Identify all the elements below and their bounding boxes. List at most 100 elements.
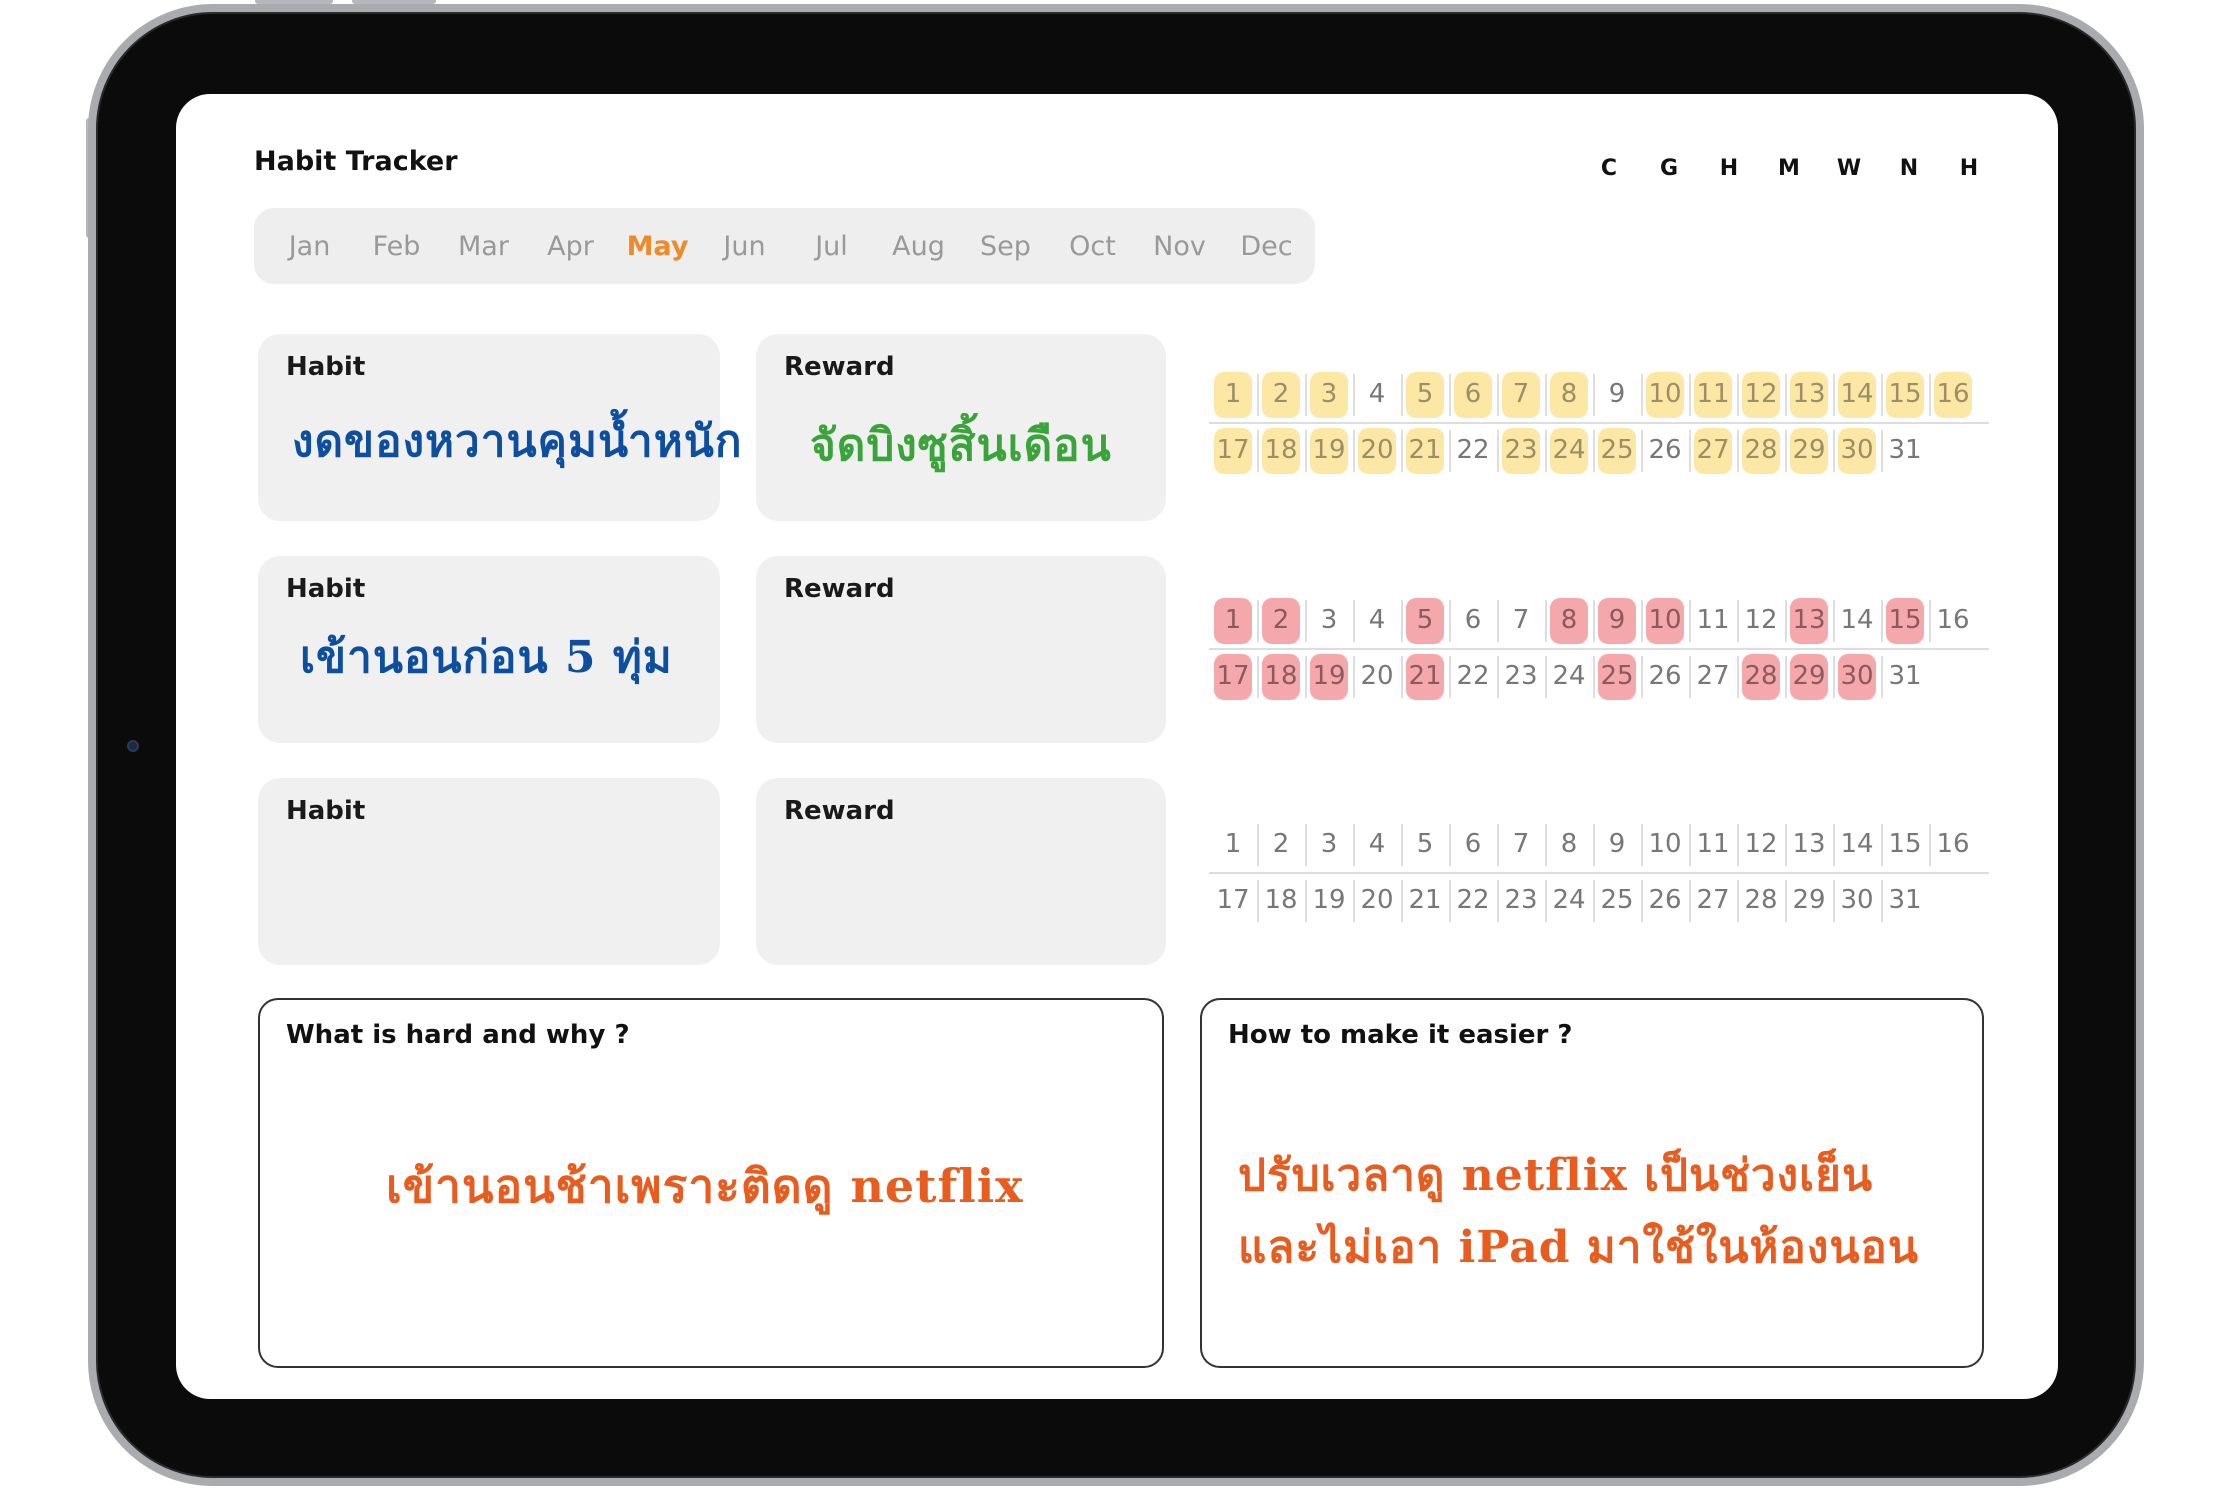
day-cell[interactable]: 16 [1929,816,1977,872]
day-cell[interactable]: 20 [1353,648,1401,704]
reward-card-3[interactable]: Reward [756,778,1166,965]
day-cell[interactable]: 22 [1449,872,1497,928]
day-cell[interactable]: 3 [1305,592,1353,648]
day-cell[interactable]: 28 [1737,648,1785,704]
day-cell[interactable]: 31 [1881,422,1929,478]
day-cell[interactable]: 8 [1545,816,1593,872]
day-cell[interactable]: 12 [1737,366,1785,422]
day-cell[interactable]: 2 [1257,816,1305,872]
day-cell[interactable]: 15 [1881,366,1929,422]
day-cell[interactable]: 12 [1737,816,1785,872]
day-cell[interactable]: 22 [1449,422,1497,478]
day-cell[interactable]: 24 [1545,872,1593,928]
day-cell[interactable]: 6 [1449,816,1497,872]
day-cell[interactable]: 27 [1689,648,1737,704]
day-cell[interactable]: 17 [1209,872,1257,928]
tab-jan[interactable]: Jan [266,231,353,262]
day-cell[interactable]: 5 [1401,816,1449,872]
day-cell[interactable]: 10 [1641,366,1689,422]
tab-jun[interactable]: Jun [701,231,788,262]
day-cell[interactable]: 28 [1737,872,1785,928]
day-cell[interactable]: 3 [1305,816,1353,872]
day-cell[interactable]: 27 [1689,872,1737,928]
day-cell[interactable]: 18 [1257,422,1305,478]
letter-tab[interactable]: C [1579,156,1639,181]
day-cell[interactable]: 24 [1545,422,1593,478]
day-cell[interactable]: 5 [1401,592,1449,648]
tab-oct[interactable]: Oct [1049,231,1136,262]
day-cell[interactable]: 1 [1209,592,1257,648]
day-cell[interactable]: 18 [1257,648,1305,704]
day-cell[interactable]: 3 [1305,366,1353,422]
tab-jul[interactable]: Jul [788,231,875,262]
day-cell[interactable]: 11 [1689,592,1737,648]
day-cell[interactable]: 4 [1353,592,1401,648]
day-cell[interactable]: 8 [1545,592,1593,648]
day-cell[interactable]: 6 [1449,366,1497,422]
day-cell[interactable]: 23 [1497,422,1545,478]
day-cell[interactable]: 11 [1689,816,1737,872]
day-cell[interactable]: 17 [1209,422,1257,478]
tab-feb[interactable]: Feb [353,231,440,262]
day-cell[interactable]: 9 [1593,816,1641,872]
reward-card-1[interactable]: Reward จัดบิงซูสิ้นเดือน [756,334,1166,521]
day-cell[interactable]: 1 [1209,366,1257,422]
day-cell[interactable]: 7 [1497,816,1545,872]
day-cell[interactable]: 26 [1641,422,1689,478]
day-cell[interactable]: 23 [1497,648,1545,704]
day-cell[interactable]: 2 [1257,366,1305,422]
day-cell[interactable]: 10 [1641,592,1689,648]
day-cell[interactable]: 19 [1305,422,1353,478]
day-cell[interactable]: 13 [1785,366,1833,422]
day-cell[interactable]: 6 [1449,592,1497,648]
day-cell[interactable]: 19 [1305,872,1353,928]
day-cell[interactable]: 15 [1881,592,1929,648]
day-cell[interactable]: 16 [1929,366,1977,422]
day-cell[interactable]: 9 [1593,592,1641,648]
letter-tab[interactable]: N [1879,156,1939,181]
day-cell[interactable]: 24 [1545,648,1593,704]
habit-card-3[interactable]: Habit [258,778,720,965]
habit-card-1[interactable]: Habit งดของหวานคุมน้ำหนัก [258,334,742,521]
day-cell[interactable]: 2 [1257,592,1305,648]
tab-aug[interactable]: Aug [875,231,962,262]
tab-apr[interactable]: Apr [527,231,614,262]
day-cell[interactable]: 30 [1833,872,1881,928]
day-cell[interactable]: 27 [1689,422,1737,478]
tab-may[interactable]: May [614,231,701,262]
letter-tab[interactable]: M [1759,156,1819,181]
day-cell[interactable]: 9 [1593,366,1641,422]
day-cell[interactable]: 22 [1449,648,1497,704]
day-cell[interactable]: 10 [1641,816,1689,872]
letter-tab[interactable]: G [1639,156,1699,181]
day-cell[interactable]: 4 [1353,366,1401,422]
day-cell[interactable]: 13 [1785,816,1833,872]
letter-tab[interactable]: H [1699,156,1759,181]
day-cell[interactable]: 26 [1641,872,1689,928]
day-cell[interactable]: 30 [1833,422,1881,478]
day-cell[interactable]: 20 [1353,872,1401,928]
day-cell[interactable]: 21 [1401,422,1449,478]
day-cell[interactable]: 15 [1881,816,1929,872]
reward-card-2[interactable]: Reward [756,556,1166,743]
tab-dec[interactable]: Dec [1223,231,1310,262]
day-cell[interactable]: 4 [1353,816,1401,872]
day-cell[interactable]: 5 [1401,366,1449,422]
day-cell[interactable]: 18 [1257,872,1305,928]
day-cell[interactable]: 29 [1785,648,1833,704]
day-cell[interactable]: 14 [1833,816,1881,872]
day-cell[interactable]: 30 [1833,648,1881,704]
day-cell[interactable]: 20 [1353,422,1401,478]
day-cell[interactable]: 21 [1401,872,1449,928]
day-cell[interactable]: 23 [1497,872,1545,928]
day-cell[interactable]: 29 [1785,872,1833,928]
tab-mar[interactable]: Mar [440,231,527,262]
day-cell[interactable]: 1 [1209,816,1257,872]
day-cell[interactable]: 7 [1497,592,1545,648]
day-cell[interactable]: 25 [1593,422,1641,478]
day-cell[interactable]: 25 [1593,872,1641,928]
day-cell[interactable]: 14 [1833,366,1881,422]
day-cell[interactable]: 26 [1641,648,1689,704]
day-cell[interactable]: 7 [1497,366,1545,422]
day-cell[interactable]: 13 [1785,592,1833,648]
